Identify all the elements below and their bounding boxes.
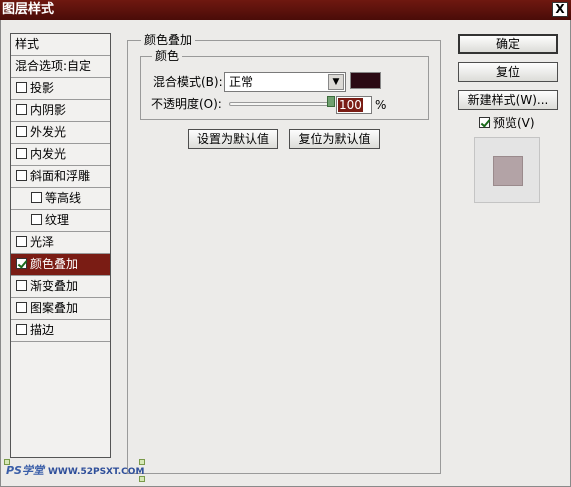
title-bar: 图层样式 X (0, 0, 571, 20)
preview-checkbox[interactable] (479, 117, 490, 128)
opacity-slider-handle[interactable] (327, 96, 335, 107)
set-default-button[interactable]: 设置为默认值 (188, 129, 278, 149)
opacity-value: 100 (338, 98, 363, 112)
opacity-input[interactable]: 100 (336, 96, 372, 114)
opacity-unit: % (375, 98, 387, 112)
style-list: 样式 混合选项:自定 投影 内阴影 外发光 内发光 斜面和浮雕 等高线 纹理 光… (10, 33, 111, 458)
style-item-label: 描边 (30, 323, 55, 337)
opacity-label: 不透明度(O): (151, 97, 222, 111)
style-item-label: 内阴影 (30, 103, 67, 117)
color-overlay-title: 颜色叠加 (141, 33, 196, 47)
reset-button[interactable]: 复位 (458, 62, 558, 82)
watermark-logo-text: PS学堂 (6, 464, 44, 477)
preview-thumbnail (493, 156, 523, 186)
drop-shadow-checkbox[interactable] (16, 82, 27, 93)
watermark-site: WWW.52PSXT.COM (47, 467, 145, 477)
style-item-satin[interactable]: 光泽 (11, 232, 110, 254)
style-item-outer-glow[interactable]: 外发光 (11, 122, 110, 144)
style-item-label: 图案叠加 (30, 301, 79, 315)
reset-default-button[interactable]: 复位为默认值 (289, 129, 380, 149)
pattern-overlay-checkbox[interactable] (16, 302, 27, 313)
contour-checkbox[interactable] (31, 192, 42, 203)
new-style-button[interactable]: 新建样式(W)... (458, 90, 558, 110)
texture-checkbox[interactable] (31, 214, 42, 225)
blend-options-item[interactable]: 混合选项:自定 (11, 56, 110, 78)
overlay-color-swatch[interactable] (350, 72, 381, 89)
style-item-color-overlay[interactable]: 颜色叠加 (11, 254, 110, 276)
preview-label: 预览(V) (493, 116, 535, 130)
style-item-drop-shadow[interactable]: 投影 (11, 78, 110, 100)
style-item-label: 投影 (30, 81, 55, 95)
preview-toggle[interactable]: 预览(V) (479, 115, 535, 131)
inner-shadow-checkbox[interactable] (16, 104, 27, 115)
color-overlay-checkbox[interactable] (16, 258, 27, 269)
style-item-label: 渐变叠加 (30, 279, 79, 293)
style-item-stroke[interactable]: 描边 (11, 320, 110, 342)
satin-checkbox[interactable] (16, 236, 27, 247)
style-item-inner-shadow[interactable]: 内阴影 (11, 100, 110, 122)
blend-mode-select[interactable]: 正常 ▼ (224, 72, 346, 92)
style-item-label: 光泽 (30, 235, 55, 249)
opacity-slider[interactable] (229, 102, 332, 106)
color-subgroup-title: 颜色 (152, 49, 183, 63)
style-item-gradient-overlay[interactable]: 渐变叠加 (11, 276, 110, 298)
stroke-checkbox[interactable] (16, 324, 27, 335)
bevel-emboss-checkbox[interactable] (16, 170, 27, 181)
style-preview (474, 137, 540, 203)
window-title: 图层样式 (2, 2, 55, 17)
style-item-inner-glow[interactable]: 内发光 (11, 144, 110, 166)
style-item-label: 纹理 (45, 213, 70, 227)
inner-glow-checkbox[interactable] (16, 148, 27, 159)
style-item-label: 外发光 (30, 125, 67, 139)
style-item-texture[interactable]: 纹理 (11, 210, 110, 232)
style-item-contour[interactable]: 等高线 (11, 188, 110, 210)
blend-mode-value: 正常 (229, 75, 254, 89)
style-item-pattern-overlay[interactable]: 图案叠加 (11, 298, 110, 320)
style-item-label: 颜色叠加 (30, 257, 79, 271)
style-item-label: 斜面和浮雕 (30, 169, 91, 183)
gradient-overlay-checkbox[interactable] (16, 280, 27, 291)
chevron-down-icon[interactable]: ▼ (328, 74, 344, 90)
style-item-label: 等高线 (45, 191, 82, 205)
outer-glow-checkbox[interactable] (16, 126, 27, 137)
style-item-label: 内发光 (30, 147, 67, 161)
style-item-bevel-emboss[interactable]: 斜面和浮雕 (11, 166, 110, 188)
style-list-header[interactable]: 样式 (11, 34, 110, 56)
close-button[interactable]: X (552, 2, 568, 17)
ok-button[interactable]: 确定 (458, 34, 558, 54)
watermark-logo: PS学堂 WWW.52PSXT.COM (6, 462, 144, 478)
blend-mode-label: 混合模式(B): (153, 75, 223, 89)
